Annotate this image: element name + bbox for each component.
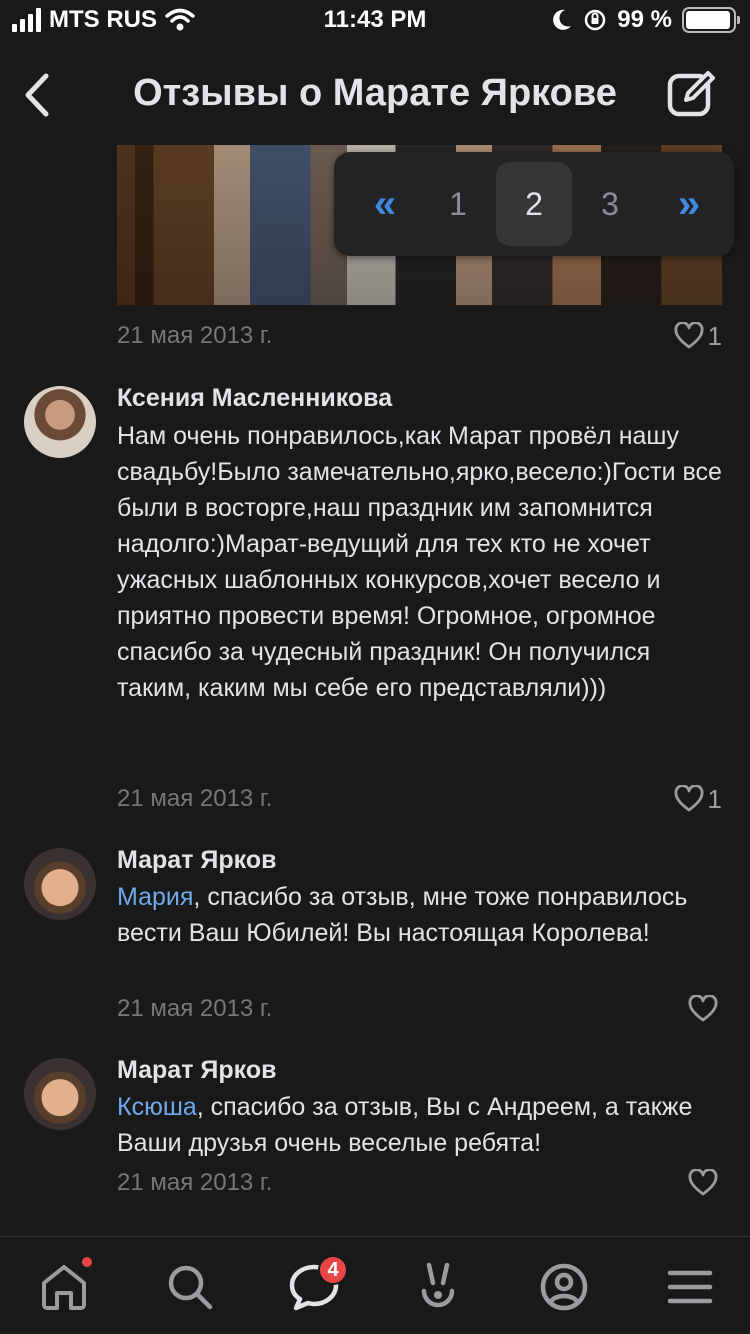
tab-bar: 4 xyxy=(0,1236,750,1334)
comment-body: , спасибо за отзыв, Вы с Андреем, а такж… xyxy=(117,1093,693,1157)
tab-search[interactable] xyxy=(164,1261,216,1313)
comment-author[interactable]: Ксения Масленникова xyxy=(117,384,392,413)
comment-meta: 21 мая 2013 г. xyxy=(117,989,722,1029)
pager-page-2[interactable]: 2 xyxy=(496,162,572,246)
comment-meta: 21 мая 2013 г. xyxy=(117,1163,722,1203)
pager-prev-button[interactable]: « xyxy=(344,162,420,246)
tab-home[interactable] xyxy=(38,1257,92,1313)
home-icon xyxy=(42,1265,86,1310)
status-right: 99 % xyxy=(551,6,740,34)
like-button[interactable]: 1 xyxy=(674,784,722,815)
like-button[interactable] xyxy=(688,995,722,1023)
tab-profile[interactable] xyxy=(538,1261,590,1313)
mention-link[interactable]: Мария xyxy=(117,883,193,911)
menu-icon xyxy=(667,1270,713,1304)
tab-clips[interactable] xyxy=(412,1261,464,1313)
pager-page-3[interactable]: 3 xyxy=(572,162,648,246)
orientation-lock-icon xyxy=(585,9,606,31)
mention-link[interactable]: Ксюша xyxy=(117,1093,197,1121)
tab-menu[interactable] xyxy=(664,1261,716,1313)
photo-meta: 21 мая 2013 г. 1 xyxy=(117,316,722,356)
nav-header: Отзывы о Марате Яркове xyxy=(0,50,750,140)
like-button[interactable]: 1 xyxy=(674,321,722,352)
heart-icon xyxy=(688,995,718,1022)
comment-body: , спасибо за отзыв, мне тоже понравилось… xyxy=(117,883,688,947)
compose-icon xyxy=(667,71,715,117)
notification-dot xyxy=(82,1257,92,1267)
comment-meta: 21 мая 2013 г. 1 xyxy=(117,779,722,819)
comment-author[interactable]: Марат Ярков xyxy=(117,1056,276,1085)
tab-messages[interactable]: 4 xyxy=(288,1255,348,1313)
pagination: « 1 2 3 » xyxy=(334,152,734,256)
page-title: Отзывы о Марате Яркове xyxy=(133,72,617,114)
like-count: 1 xyxy=(707,783,722,814)
heart-icon xyxy=(688,1169,718,1196)
comment-text: Нам очень понравилось,как Марат провёл н… xyxy=(117,422,722,702)
comment-date: 21 мая 2013 г. xyxy=(117,1169,273,1196)
search-icon xyxy=(168,1265,213,1310)
comment-text: Мария, спасибо за отзыв, мне тоже понрав… xyxy=(117,879,722,951)
heart-icon xyxy=(674,322,703,349)
comment-date: 21 мая 2013 г. xyxy=(117,785,273,812)
pager-next-button[interactable]: » xyxy=(648,162,724,246)
profile-icon xyxy=(540,1263,588,1311)
comment-text: Ксюша, спасибо за отзыв, Вы с Андреем, а… xyxy=(117,1089,722,1161)
heart-icon xyxy=(674,785,703,812)
comment-author[interactable]: Марат Ярков xyxy=(117,846,276,875)
avatar[interactable] xyxy=(24,848,96,920)
avatar[interactable] xyxy=(24,386,96,458)
moon-icon xyxy=(553,9,572,30)
clips-icon xyxy=(421,1262,455,1308)
pager-page-1[interactable]: 1 xyxy=(420,162,496,246)
battery-icon xyxy=(682,7,740,33)
avatar[interactable] xyxy=(24,1058,96,1130)
status-bar: MTS RUS 11:43 PM 99 % xyxy=(0,0,750,40)
write-review-button[interactable] xyxy=(666,68,718,120)
screen: MTS RUS 11:43 PM 99 % Отзывы о Марате Яр… xyxy=(0,0,750,1334)
comment-date: 21 мая 2013 г. xyxy=(117,995,273,1022)
battery-percent: 99 % xyxy=(617,6,672,33)
messages-badge: 4 xyxy=(318,1255,348,1285)
post-date: 21 мая 2013 г. xyxy=(117,322,273,349)
like-button[interactable] xyxy=(688,1169,722,1197)
like-count: 1 xyxy=(707,320,722,351)
